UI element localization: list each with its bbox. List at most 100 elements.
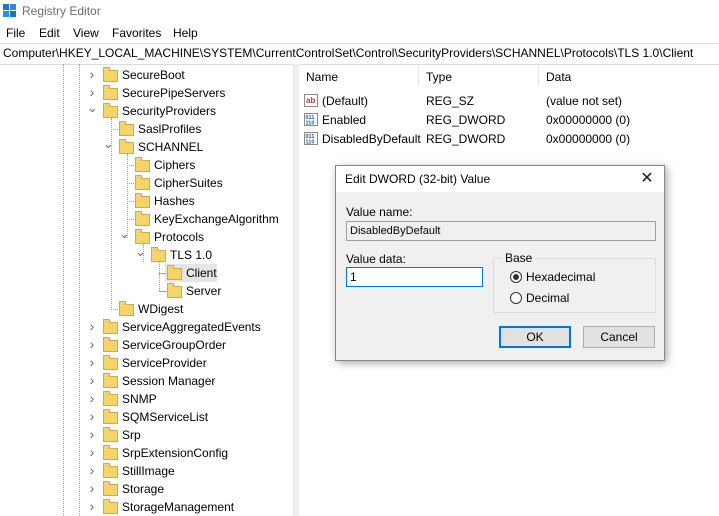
string-value-icon: ab bbox=[304, 94, 318, 107]
dialog-title: Edit DWORD (32-bit) Value bbox=[345, 172, 491, 186]
menu-view[interactable]: View bbox=[73, 26, 99, 40]
key-tree[interactable]: › SecureBoot › SecurePipeServers ⌄ SecurityPr… bbox=[0, 64, 293, 516]
menu-file[interactable]: File bbox=[6, 26, 25, 40]
tree-item-label[interactable]: ServiceGroupOrder bbox=[122, 338, 226, 352]
chevron-right-icon[interactable]: › bbox=[87, 319, 97, 333]
value-row[interactable]: 011 110 Enabled REG_DWORD 0x00000000 (0) bbox=[299, 110, 719, 129]
binary-value-icon: 011 110 bbox=[304, 132, 318, 146]
value-name: (Default) bbox=[322, 94, 369, 108]
chevron-right-icon[interactable]: › bbox=[87, 409, 97, 423]
folder-icon bbox=[103, 481, 118, 496]
chevron-down-icon[interactable]: ⌄ bbox=[103, 137, 114, 150]
chevron-right-icon[interactable]: › bbox=[87, 463, 97, 477]
hexadecimal-label[interactable]: Hexadecimal bbox=[526, 270, 595, 284]
chevron-right-icon[interactable]: › bbox=[87, 427, 97, 441]
tree-guide bbox=[127, 219, 134, 220]
folder-icon bbox=[151, 247, 166, 262]
value-name-label: Value name: bbox=[346, 205, 413, 219]
tree-item-label[interactable]: SNMP bbox=[122, 392, 157, 406]
folder-icon bbox=[103, 463, 118, 478]
chevron-right-icon[interactable]: › bbox=[87, 391, 97, 405]
tree-item-label[interactable]: SQMServiceList bbox=[122, 410, 208, 424]
tree-item-label[interactable]: SaslProfiles bbox=[138, 122, 201, 136]
registry-editor-icon bbox=[3, 4, 16, 17]
value-type: REG_DWORD bbox=[426, 113, 506, 127]
chevron-right-icon[interactable]: › bbox=[87, 373, 97, 387]
tree-item-label[interactable]: Hashes bbox=[154, 194, 195, 208]
tree-guide bbox=[111, 309, 118, 310]
tree-item-label[interactable]: ServiceProvider bbox=[122, 356, 207, 370]
tree-item-label[interactable]: SCHANNEL bbox=[138, 140, 203, 154]
folder-icon bbox=[119, 301, 134, 316]
chevron-right-icon[interactable]: › bbox=[87, 85, 97, 99]
chevron-down-icon[interactable]: ⌄ bbox=[119, 227, 130, 240]
ok-button[interactable]: OK bbox=[499, 326, 571, 348]
column-header-name[interactable]: Name bbox=[306, 70, 338, 84]
chevron-right-icon[interactable]: › bbox=[87, 499, 97, 513]
decimal-radio[interactable] bbox=[510, 292, 522, 304]
folder-icon bbox=[167, 283, 182, 298]
tree-guide bbox=[159, 262, 160, 291]
value-data: (value not set) bbox=[546, 94, 623, 108]
chevron-right-icon[interactable]: › bbox=[87, 67, 97, 81]
menu-bar: File Edit View Favorites Help bbox=[0, 23, 719, 43]
svg-text:ab: ab bbox=[306, 96, 315, 105]
tree-item-label[interactable]: StillImage bbox=[122, 464, 175, 478]
chevron-down-icon[interactable]: ⌄ bbox=[135, 245, 146, 258]
value-type: REG_SZ bbox=[426, 94, 475, 108]
chevron-right-icon[interactable]: › bbox=[87, 337, 97, 351]
value-name-field: DisabledByDefault bbox=[346, 221, 656, 241]
window-title: Registry Editor bbox=[22, 4, 101, 18]
folder-icon bbox=[103, 337, 118, 352]
chevron-down-icon[interactable]: ⌄ bbox=[87, 101, 98, 114]
chevron-right-icon[interactable]: › bbox=[87, 445, 97, 459]
close-icon[interactable]: ✕ bbox=[630, 166, 664, 192]
svg-text:110: 110 bbox=[306, 140, 315, 146]
value-data: 0x00000000 (0) bbox=[546, 132, 631, 146]
dialog-title-bar[interactable]: Edit DWORD (32-bit) Value ✕ bbox=[336, 166, 664, 192]
folder-icon bbox=[103, 445, 118, 460]
value-row[interactable]: 011 110 DisabledByDefault REG_DWORD 0x000000… bbox=[299, 129, 719, 148]
tree-item-label[interactable]: ServiceAggregatedEvents bbox=[122, 320, 261, 334]
value-row[interactable]: ab (Default) REG_SZ (value not set) bbox=[299, 91, 719, 110]
chevron-right-icon[interactable]: › bbox=[87, 481, 97, 495]
address-bar[interactable]: Computer\HKEY_LOCAL_MACHINE\SYSTEM\Curre… bbox=[0, 43, 719, 65]
decimal-label[interactable]: Decimal bbox=[526, 291, 569, 305]
tree-item-label[interactable]: WDigest bbox=[138, 302, 183, 316]
menu-edit[interactable]: Edit bbox=[39, 26, 60, 40]
tree-item-label[interactable]: SecurePipeServers bbox=[122, 86, 225, 100]
menu-favorites[interactable]: Favorites bbox=[112, 26, 161, 40]
tree-item-label[interactable]: TLS 1.0 bbox=[170, 248, 212, 262]
address-path[interactable]: Computer\HKEY_LOCAL_MACHINE\SYSTEM\Curre… bbox=[3, 46, 693, 60]
value-data: 0x00000000 (0) bbox=[546, 113, 631, 127]
tree-item-label[interactable]: KeyExchangeAlgorithm bbox=[154, 212, 279, 226]
folder-icon bbox=[135, 211, 150, 226]
folder-icon bbox=[103, 427, 118, 442]
value-data-input[interactable] bbox=[346, 267, 483, 287]
column-divider[interactable] bbox=[418, 64, 419, 86]
chevron-right-icon[interactable]: › bbox=[87, 355, 97, 369]
edit-dword-dialog: Edit DWORD (32-bit) Value ✕ Value name: … bbox=[335, 165, 665, 361]
menu-help[interactable]: Help bbox=[173, 26, 198, 40]
hexadecimal-radio[interactable] bbox=[510, 271, 522, 283]
tree-guide bbox=[159, 291, 166, 292]
tree-guide bbox=[127, 165, 134, 166]
tree-item-label[interactable]: Server bbox=[186, 284, 221, 298]
tree-item-label[interactable]: Storage bbox=[122, 482, 164, 496]
column-divider[interactable] bbox=[538, 64, 539, 86]
tree-item-label[interactable]: Srp bbox=[122, 428, 141, 442]
tree-item-label[interactable]: Protocols bbox=[154, 230, 204, 244]
tree-item-label[interactable]: SecureBoot bbox=[122, 68, 185, 82]
tree-item-label[interactable]: SecurityProviders bbox=[122, 104, 216, 118]
tree-item-label[interactable]: Client bbox=[186, 266, 217, 280]
tree-item[interactable] bbox=[165, 282, 293, 300]
tree-item-label[interactable]: Ciphers bbox=[154, 158, 195, 172]
cancel-button[interactable]: Cancel bbox=[583, 326, 655, 348]
column-header-type[interactable]: Type bbox=[426, 70, 452, 84]
value-name: Enabled bbox=[322, 113, 367, 127]
tree-item-label[interactable]: SrpExtensionConfig bbox=[122, 446, 228, 460]
tree-item-label[interactable]: StorageManagement bbox=[122, 500, 234, 514]
tree-item-label[interactable]: Session Manager bbox=[122, 374, 215, 388]
tree-item-label[interactable]: CipherSuites bbox=[154, 176, 223, 190]
column-header-data[interactable]: Data bbox=[546, 70, 571, 84]
